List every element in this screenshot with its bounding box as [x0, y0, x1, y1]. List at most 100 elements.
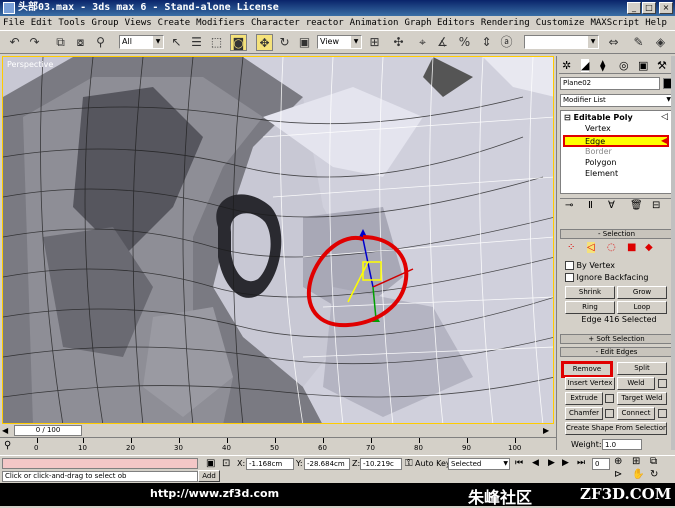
select-and-manipulate-icon[interactable]: ✣	[390, 34, 407, 51]
modify-tab-icon[interactable]: ◢	[581, 59, 590, 72]
weight-field[interactable]: 1.0	[602, 439, 642, 450]
maximize-button[interactable]: □	[642, 2, 656, 14]
viewport-label[interactable]: Perspective	[7, 60, 53, 69]
lock-selection-icon[interactable]: ▣	[206, 458, 215, 469]
stack-item-border[interactable]: Border	[585, 147, 612, 157]
menu-group[interactable]: Group	[88, 18, 121, 28]
menu-views[interactable]: Views	[122, 18, 155, 28]
create-tab-icon[interactable]: ✲	[562, 59, 571, 72]
selection-rollout-header[interactable]: - Selection	[560, 229, 673, 239]
menu-edit[interactable]: Edit	[28, 18, 56, 28]
show-end-result-icon[interactable]: Ⅱ	[588, 200, 593, 211]
loop-button[interactable]: Loop	[617, 301, 667, 314]
menu-help[interactable]: Help	[642, 18, 670, 28]
go-to-end-icon[interactable]: ⏭	[577, 458, 585, 468]
menu-file[interactable]: File	[0, 18, 28, 28]
fov-icon[interactable]: ⊳	[614, 469, 622, 480]
stack-item-vertex[interactable]: Vertex	[585, 124, 611, 134]
current-frame-field[interactable]: 0	[592, 458, 610, 470]
menu-tools[interactable]: Tools	[55, 18, 88, 28]
maxscript-listener[interactable]	[2, 458, 198, 469]
selection-set-dropdown[interactable]: Selected ▼	[448, 458, 510, 470]
chamfer-settings-button[interactable]	[605, 409, 614, 418]
zoom-extents-icon[interactable]: ⧉	[650, 456, 657, 467]
extrude-settings-button[interactable]	[605, 394, 614, 403]
stack-item-polygon[interactable]: Polygon	[585, 158, 616, 168]
motion-tab-icon[interactable]: ◎	[619, 59, 629, 72]
named-selection-icon[interactable]: ⓐ	[498, 34, 515, 51]
pivot-center-icon[interactable]: ⊞	[366, 34, 383, 51]
configure-sets-icon[interactable]: ⊟	[652, 200, 660, 211]
track-filter-icon[interactable]: ⚲	[4, 440, 11, 451]
stack-item-edge[interactable]: Edge	[563, 135, 669, 147]
go-to-start-icon[interactable]: ⏮	[515, 458, 523, 468]
weld-button[interactable]: Weld	[617, 377, 655, 390]
polygon-mode-icon[interactable]: ■	[627, 242, 636, 253]
object-name-field[interactable]: Plane02	[560, 77, 660, 90]
menu-graph-editors[interactable]: Graph Editors	[401, 18, 477, 28]
reference-coordinate-dropdown[interactable]: View ▼	[317, 35, 362, 49]
z-coordinate-field[interactable]: -10.219c	[360, 458, 402, 470]
pin-stack-icon[interactable]: ⊸	[565, 200, 573, 211]
menu-character[interactable]: Character	[248, 18, 303, 28]
remove-modifier-icon[interactable]: 🗑	[630, 200, 643, 211]
connect-settings-button[interactable]	[658, 409, 667, 418]
layer-manager-icon[interactable]: ◈	[652, 34, 669, 51]
weld-settings-button[interactable]	[658, 379, 667, 388]
connect-button[interactable]: Connect	[617, 407, 655, 420]
menu-customize[interactable]: Customize	[533, 18, 588, 28]
y-coordinate-field[interactable]: -28.684cm	[304, 458, 350, 470]
split-button[interactable]: Split	[617, 362, 667, 375]
redo-icon[interactable]: ↷	[26, 34, 43, 51]
align-icon[interactable]: ✎	[630, 34, 647, 51]
next-frame-icon[interactable]: ▶	[562, 458, 569, 468]
slider-next-icon[interactable]: ▶	[543, 426, 549, 435]
select-and-move-icon[interactable]: ✥	[256, 34, 273, 51]
slider-prev-icon[interactable]: ◀	[2, 426, 8, 435]
unlink-icon[interactable]: ⧇	[72, 34, 89, 51]
insert-vertex-button[interactable]: Insert Vertex	[565, 377, 615, 390]
edge-mode-icon[interactable]: ◁	[587, 242, 595, 253]
grow-button[interactable]: Grow	[617, 286, 667, 299]
menu-maxscript[interactable]: MAXScript	[587, 18, 642, 28]
minimize-button[interactable]: _	[627, 2, 641, 14]
menu-create[interactable]: Create	[155, 18, 194, 28]
x-coordinate-field[interactable]: -1.168cm	[246, 458, 294, 470]
modifier-list-dropdown[interactable]: Modifier List ▼	[560, 94, 673, 107]
extrude-button[interactable]: Extrude	[565, 392, 603, 405]
shrink-button[interactable]: Shrink	[565, 286, 615, 299]
ring-button[interactable]: Ring	[565, 301, 615, 314]
zoom-all-icon[interactable]: ⊞	[632, 456, 640, 467]
rectangular-selection-icon[interactable]: ⬚	[208, 34, 225, 51]
angle-snap-icon[interactable]: ∡	[434, 34, 451, 51]
pan-icon[interactable]: ✋	[632, 469, 644, 480]
named-selection-sets-dropdown[interactable]: ▼	[524, 35, 599, 49]
stack-root[interactable]: ⊟ Editable Poly	[564, 113, 633, 123]
remove-button[interactable]: Remove	[561, 361, 613, 378]
undo-icon[interactable]: ↶	[6, 34, 23, 51]
mirror-icon[interactable]: ⇔	[605, 34, 622, 51]
target-weld-button[interactable]: Target Weld	[617, 392, 667, 405]
utilities-tab-icon[interactable]: ⚒	[657, 59, 667, 72]
menu-rendering[interactable]: Rendering	[478, 18, 533, 28]
chamfer-button[interactable]: Chamfer	[565, 407, 603, 420]
absolute-mode-icon[interactable]: ⊡	[222, 458, 230, 469]
percent-snap-icon[interactable]: %	[456, 34, 473, 51]
element-mode-icon[interactable]: ◆	[645, 242, 653, 253]
auto-key-button[interactable]: Auto Key	[415, 459, 451, 468]
select-object-icon[interactable]: ↖	[168, 34, 185, 51]
make-unique-icon[interactable]: ∀	[608, 200, 615, 211]
edit-edges-rollout-header[interactable]: - Edit Edges	[560, 347, 673, 357]
snap-toggle-icon[interactable]: ⌖	[414, 34, 431, 51]
window-crossing-icon[interactable]: ◙	[230, 34, 247, 51]
display-tab-icon[interactable]: ▣	[638, 59, 648, 72]
add-time-tag-button[interactable]: Add	[198, 470, 220, 482]
play-icon[interactable]: ▶	[548, 458, 555, 468]
select-and-rotate-icon[interactable]: ↻	[276, 34, 293, 51]
selection-filter-dropdown[interactable]: All ▼	[119, 35, 164, 49]
select-and-scale-icon[interactable]: ▣	[296, 34, 313, 51]
menu-animation[interactable]: Animation	[347, 18, 402, 28]
vertex-mode-icon[interactable]: ⁘	[567, 242, 575, 253]
create-shape-button[interactable]: Create Shape From Selection	[565, 422, 667, 435]
select-by-name-icon[interactable]: ☰	[188, 34, 205, 51]
